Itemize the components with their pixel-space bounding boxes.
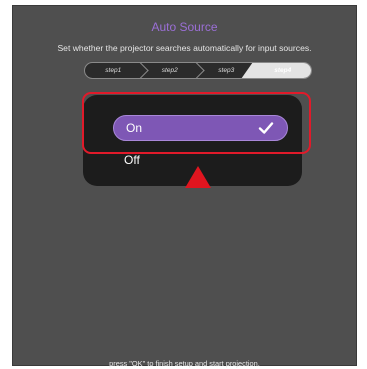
- step-1-label: step1: [105, 67, 122, 74]
- step-4-label: step4: [274, 67, 292, 74]
- option-off[interactable]: Off: [124, 153, 140, 167]
- step-2-label: step2: [161, 67, 178, 74]
- step-4-current: step4: [254, 63, 311, 78]
- step-3-label: step3: [218, 67, 235, 74]
- step-2: step2: [142, 63, 205, 78]
- step-progress-bar: step1 step2 step3 step4: [84, 62, 312, 79]
- page-title: Auto Source: [151, 20, 218, 34]
- arrow-up-indicator: [185, 166, 211, 188]
- page-subtitle: Set whether the projector searches autom…: [57, 43, 312, 53]
- highlight-box: [82, 92, 311, 154]
- footer-hint: press "OK" to finish setup and start pro…: [109, 359, 260, 368]
- step-1: step1: [85, 63, 149, 78]
